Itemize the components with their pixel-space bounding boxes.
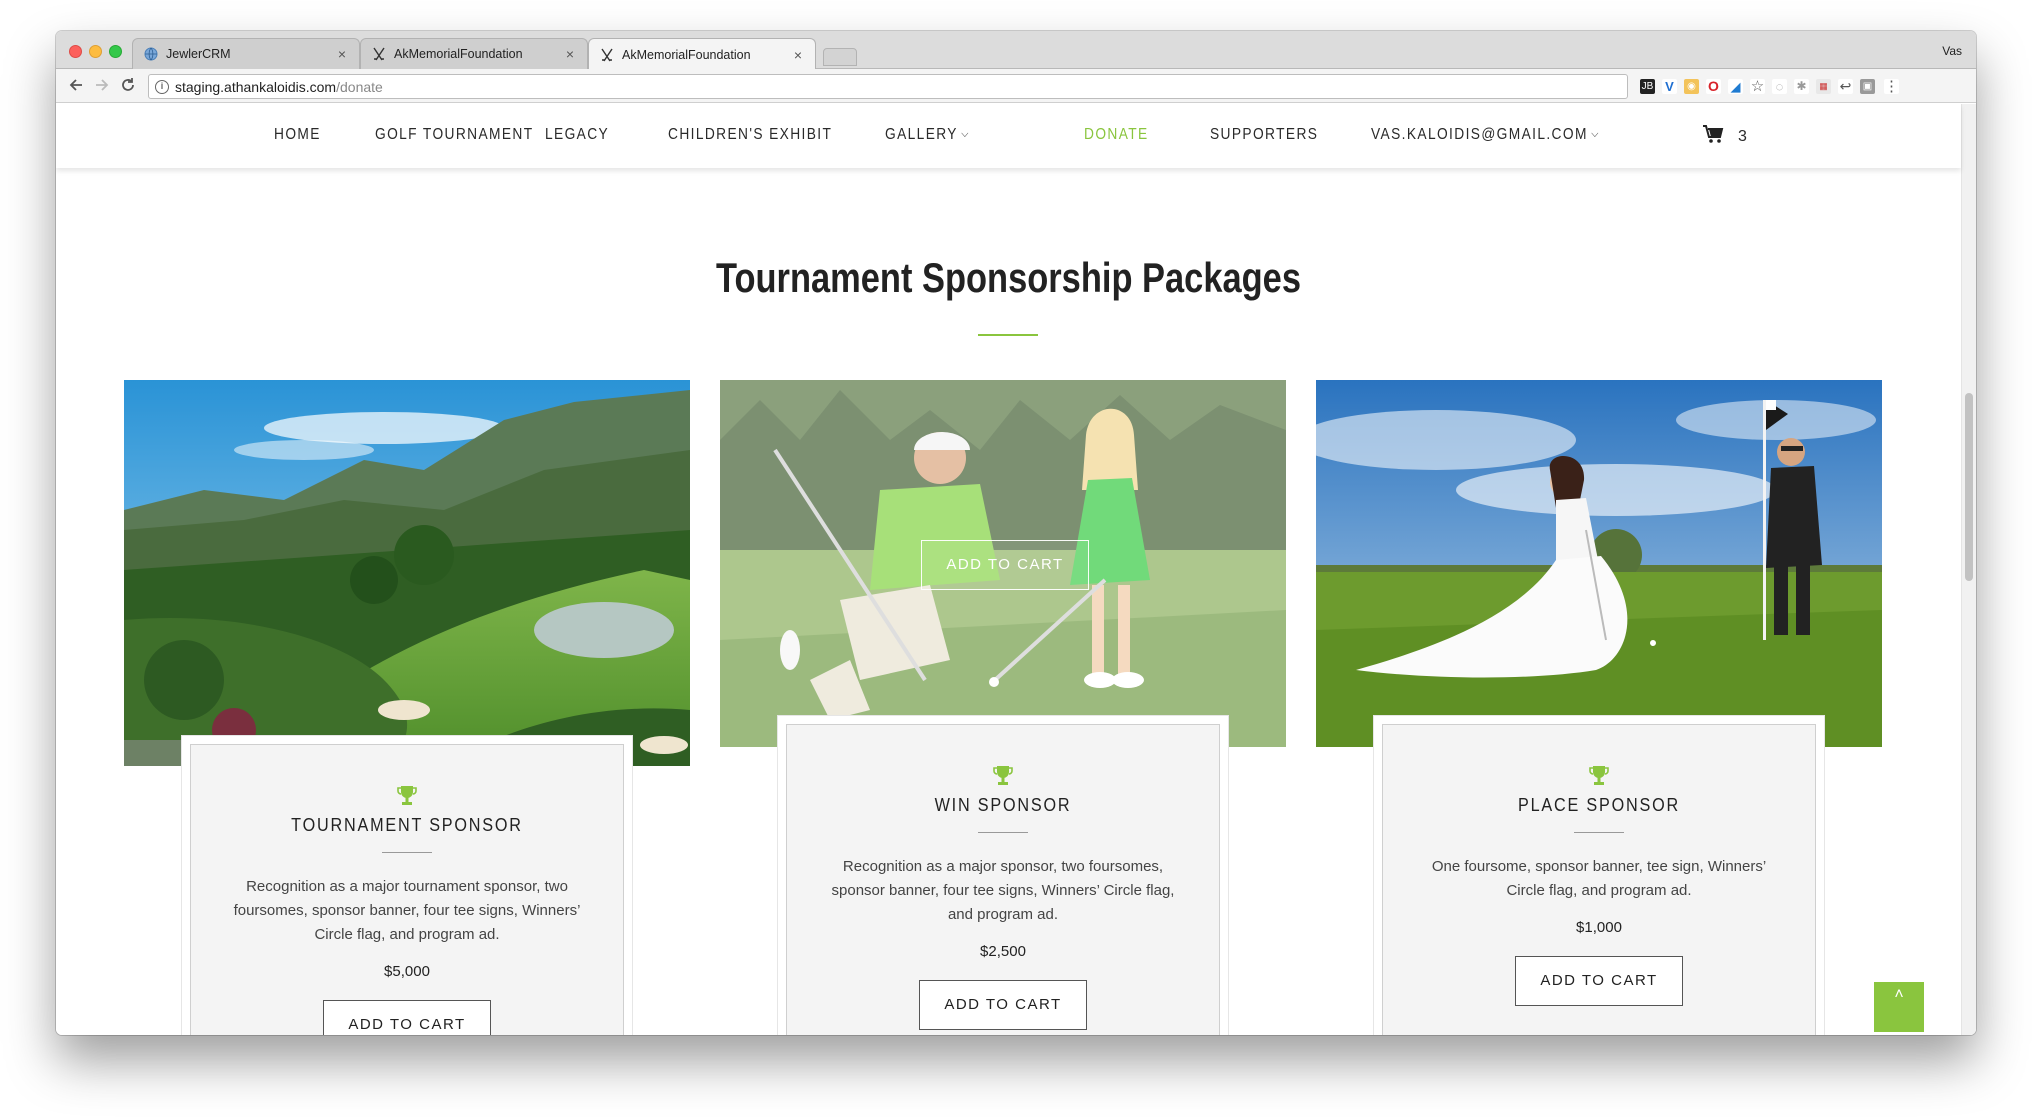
add-to-cart-button[interactable]: ADD TO CART: [919, 980, 1087, 1030]
nav-childrens-exhibit[interactable]: CHILDREN'S EXHIBIT: [668, 126, 832, 144]
scrollbar-thumb[interactable]: [1965, 393, 1973, 581]
package-price: $2,500: [980, 943, 1026, 960]
browser-window: JewlerCRM × AkMemorialFoundation × AkMem…: [56, 31, 1976, 1035]
cart-count: 3: [1738, 127, 1747, 145]
package-name: TOURNAMENT SPONSOR: [291, 815, 523, 835]
cart-button[interactable]: 3: [1702, 124, 1747, 149]
nav-donate[interactable]: DONATE: [1084, 126, 1149, 144]
package-image-father-daughter[interactable]: ADD TO CART: [720, 380, 1286, 747]
page-scrollbar[interactable]: [1961, 104, 1976, 1035]
globe-icon: [143, 47, 158, 62]
extension-jetbrains-icon[interactable]: JB: [1640, 79, 1655, 94]
tab-close-icon[interactable]: ×: [335, 46, 349, 62]
tab-strip: JewlerCRM × AkMemorialFoundation × AkMem…: [56, 31, 1976, 70]
bookmark-star-icon[interactable]: ☆: [1750, 79, 1765, 94]
extension-reply-icon[interactable]: ↩: [1838, 79, 1853, 94]
golf-clubs-icon: [599, 47, 614, 62]
forward-arrow-icon[interactable]: [92, 76, 112, 96]
extension-megaphone-icon[interactable]: ◢: [1728, 79, 1743, 94]
browser-toolbar: i staging.athankaloidis.com/donate JB V …: [56, 69, 1976, 103]
package-description: Recognition as a major tournament sponso…: [233, 878, 581, 943]
extension-calendar-icon[interactable]: ▦: [1816, 79, 1831, 94]
section-title: Tournament Sponsorship Packages: [716, 254, 1301, 301]
browser-tab-akmemorial-2[interactable]: AkMemorialFoundation ×: [588, 38, 816, 70]
browser-menu-icon[interactable]: ⋮: [1884, 79, 1899, 94]
chevron-down-icon: ⌵: [1591, 128, 1600, 140]
extension-circle-icon[interactable]: ◌: [1772, 79, 1787, 94]
minimize-window-button[interactable]: [89, 45, 102, 58]
package-card-tournament-sponsor: TOURNAMENT SPONSOR Recognition as a majo…: [190, 744, 624, 1035]
image-add-to-cart-button[interactable]: ADD TO CART: [921, 540, 1089, 590]
nav-account[interactable]: VAS.KALOIDIS@GMAIL.COM ⌵: [1371, 126, 1600, 144]
extension-puzzle-icon[interactable]: ✱: [1794, 79, 1809, 94]
extension-v-icon[interactable]: V: [1662, 79, 1677, 94]
new-tab-button[interactable]: [823, 48, 857, 66]
package-price: $1,000: [1576, 919, 1622, 936]
extension-box-icon[interactable]: ▣: [1860, 79, 1875, 94]
page-viewport: HOME GOLF TOURNAMENT LEGACY CHILDREN'S E…: [56, 104, 1976, 1035]
nav-home[interactable]: HOME: [274, 126, 321, 144]
package-card-win-sponsor: WIN SPONSOR Recognition as a major spons…: [786, 724, 1220, 1035]
tab-title: AkMemorialFoundation: [622, 47, 751, 62]
tab-close-icon[interactable]: ×: [563, 46, 577, 62]
tab-title: JewlerCRM: [166, 47, 231, 61]
back-arrow-icon[interactable]: [66, 76, 86, 96]
package-divider: [1574, 832, 1624, 833]
nav-golf-tournament[interactable]: GOLF TOURNAMENT: [375, 126, 534, 144]
url-path: /donate: [336, 78, 383, 95]
nav-legacy[interactable]: LEGACY: [545, 126, 609, 144]
extension-opera-icon[interactable]: O: [1706, 79, 1721, 94]
nav-supporters[interactable]: SUPPORTERS: [1210, 126, 1318, 144]
golf-clubs-icon: [371, 47, 386, 62]
chevron-down-icon: ⌵: [961, 128, 970, 140]
package-name: PLACE SPONSOR: [1517, 795, 1681, 815]
package-image-wedding-couple[interactable]: [1316, 380, 1882, 747]
title-divider: [978, 334, 1038, 336]
maximize-window-button[interactable]: [109, 45, 122, 58]
tab-close-icon[interactable]: ×: [791, 47, 805, 63]
trophy-icon: [397, 785, 417, 807]
account-email: VAS.KALOIDIS@GMAIL.COM: [1371, 126, 1588, 143]
trophy-icon: [993, 765, 1013, 787]
url-host: staging.athankaloidis.com: [175, 78, 337, 95]
package-image-golf-course[interactable]: [124, 380, 690, 766]
package-description: One foursome, sponsor banner, tee sign, …: [1431, 858, 1767, 899]
package-divider: [382, 852, 432, 853]
package-description: Recognition as a major sponsor, two four…: [831, 858, 1175, 923]
nav-gallery[interactable]: GALLERY ⌵: [885, 126, 970, 144]
profile-name[interactable]: Vas: [1942, 44, 1962, 58]
address-bar[interactable]: i staging.athankaloidis.com/donate: [148, 74, 1628, 99]
extension-dog-icon[interactable]: ◉: [1684, 79, 1699, 94]
add-to-cart-button[interactable]: ADD TO CART: [1515, 956, 1683, 1006]
browser-tab-jewlercrm[interactable]: JewlerCRM ×: [132, 38, 360, 69]
nav-gallery-label: GALLERY: [885, 126, 958, 143]
package-divider: [978, 832, 1028, 833]
shopping-cart-icon: [1702, 124, 1724, 149]
site-info-icon[interactable]: i: [155, 79, 169, 94]
tab-title: AkMemorialFoundation: [394, 47, 523, 61]
package-name: WIN SPONSOR: [934, 795, 1072, 815]
site-navigation: HOME GOLF TOURNAMENT LEGACY CHILDREN'S E…: [56, 104, 1961, 168]
add-to-cart-button[interactable]: ADD TO CART: [323, 1000, 491, 1035]
reload-icon[interactable]: [118, 76, 138, 96]
back-to-top-button[interactable]: ˄: [1874, 982, 1924, 1032]
trophy-icon: [1589, 765, 1609, 787]
close-window-button[interactable]: [69, 45, 82, 58]
package-card-place-sponsor: PLACE SPONSOR One foursome, sponsor bann…: [1382, 724, 1816, 1035]
package-price: $5,000: [384, 963, 430, 980]
browser-tab-akmemorial-1[interactable]: AkMemorialFoundation ×: [360, 38, 588, 69]
